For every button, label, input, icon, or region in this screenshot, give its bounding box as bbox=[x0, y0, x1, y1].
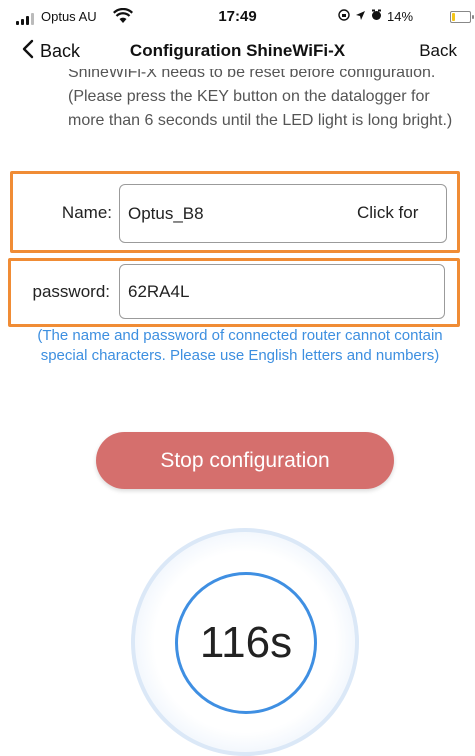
battery-percent: 14% bbox=[387, 9, 414, 24]
status-bar: Optus AU 17:49 14% bbox=[0, 0, 475, 34]
screen-lock-icon bbox=[338, 9, 350, 24]
alarm-icon bbox=[371, 9, 382, 24]
name-label: Name: bbox=[61, 203, 112, 222]
location-icon bbox=[355, 9, 366, 24]
back-button-left[interactable]: Back bbox=[22, 39, 80, 64]
countdown-timer: 116s bbox=[199, 618, 293, 667]
stop-configuration-button[interactable]: Stop configuration bbox=[96, 432, 394, 489]
password-input[interactable] bbox=[119, 264, 445, 319]
back-button-right[interactable]: Back bbox=[419, 41, 457, 61]
battery-icon bbox=[450, 11, 474, 23]
chevron-left-icon bbox=[22, 39, 34, 64]
instructions-text: ShineWiFi-X needs to be reset before con… bbox=[68, 69, 453, 129]
password-label: password: bbox=[32, 282, 110, 301]
router-note: (The name and password of connected rout… bbox=[37, 327, 443, 364]
name-select-hint[interactable]: Click for bbox=[357, 203, 418, 223]
nav-bar: Configuration ShineWiFi-X Back Back bbox=[0, 34, 475, 74]
back-label: Back bbox=[40, 41, 81, 61]
status-icons: 14% bbox=[338, 9, 413, 24]
